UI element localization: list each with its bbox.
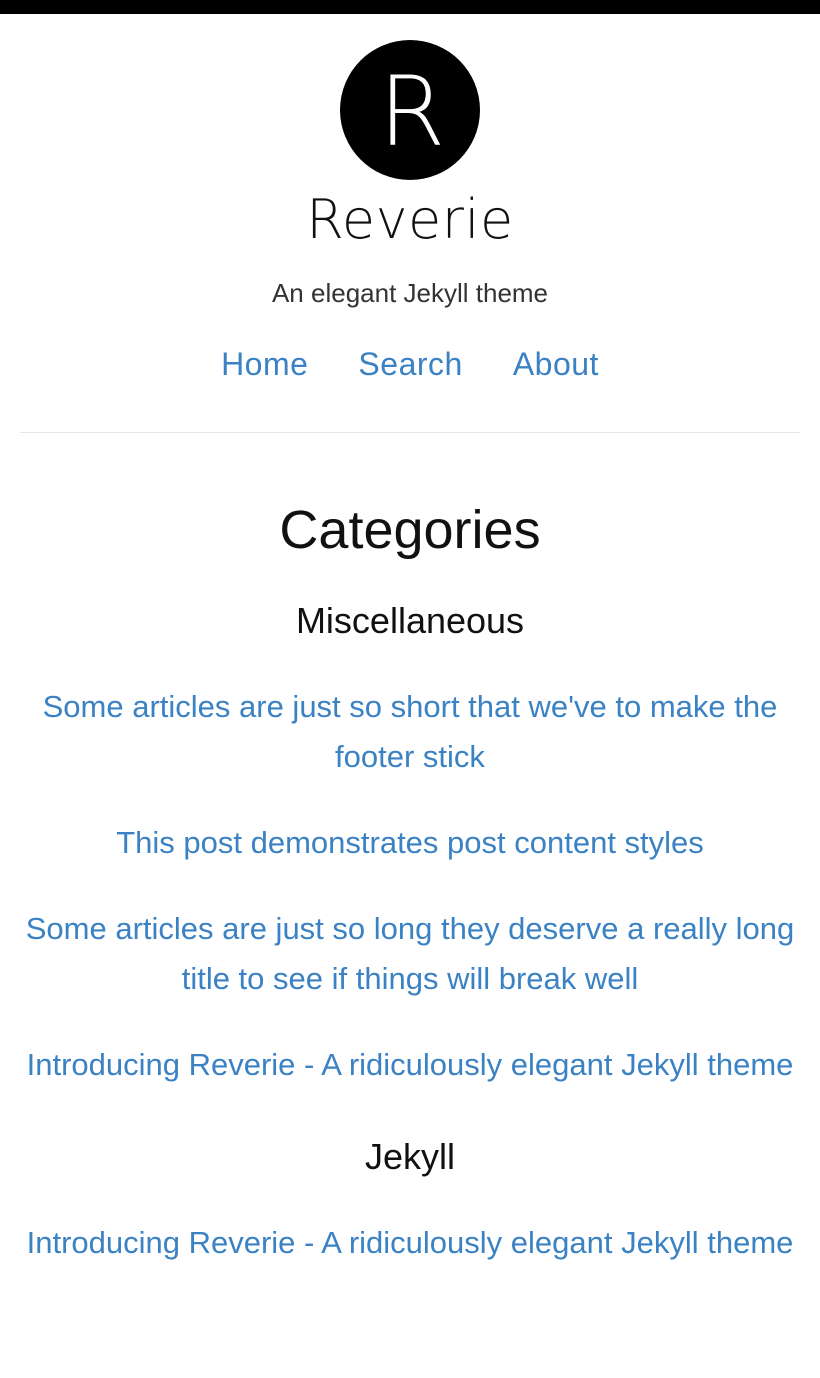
nav-home-link[interactable]: Home	[221, 344, 308, 384]
site-logo[interactable]: R	[340, 40, 480, 180]
post-list: Some articles are just so short that we'…	[20, 682, 800, 1090]
list-item: Some articles are just so long they dese…	[20, 904, 800, 1004]
list-item: Some articles are just so short that we'…	[20, 682, 800, 782]
post-link[interactable]: Introducing Reverie - A ridiculously ele…	[27, 1218, 794, 1268]
category-miscellaneous: Miscellaneous Some articles are just so …	[20, 596, 800, 1090]
main-nav: Home Search About	[0, 344, 820, 384]
main-content: Categories Miscellaneous Some articles a…	[20, 490, 800, 1268]
site-header: R Reverie An elegant Jekyll theme Home S…	[0, 14, 820, 434]
post-link[interactable]: Introducing Reverie - A ridiculously ele…	[27, 1040, 794, 1090]
post-link[interactable]: This post demonstrates post content styl…	[116, 818, 704, 868]
list-item: Introducing Reverie - A ridiculously ele…	[20, 1040, 800, 1090]
category-name: Miscellaneous	[295, 600, 525, 641]
nav-about-link[interactable]: About	[513, 344, 599, 384]
site-tagline: An elegant Jekyll theme	[271, 278, 549, 308]
list-item: Introducing Reverie - A ridiculously ele…	[20, 1218, 800, 1268]
post-list: Introducing Reverie - A ridiculously ele…	[20, 1218, 800, 1268]
post-link[interactable]: Some articles are just so short that we'…	[20, 682, 800, 782]
top-bar	[0, 0, 820, 14]
logo-letter: R	[378, 56, 446, 168]
list-item: This post demonstrates post content styl…	[20, 818, 800, 868]
post-link[interactable]: Some articles are just so long they dese…	[20, 904, 800, 1004]
page-title: Categories	[279, 500, 541, 560]
category-name: Jekyll	[364, 1136, 456, 1177]
category-jekyll: Jekyll Introducing Reverie - A ridiculou…	[20, 1132, 800, 1268]
nav-search-link[interactable]: Search	[358, 344, 462, 384]
header-divider	[20, 432, 800, 433]
site-title[interactable]: Reverie	[0, 186, 820, 254]
